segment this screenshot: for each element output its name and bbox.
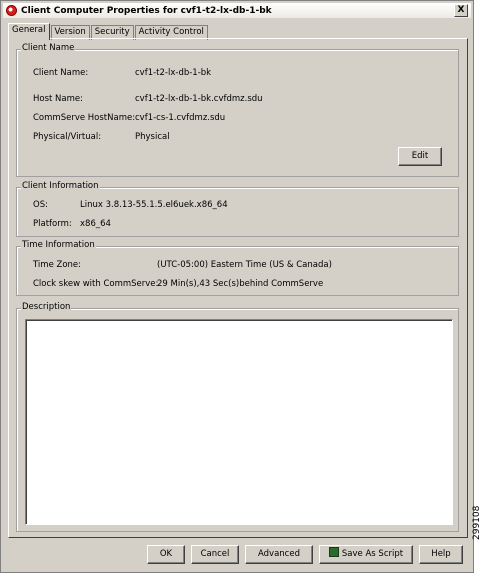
os-value: Linux 3.8.13-55.1.5.el6uek.x86_64	[80, 200, 228, 210]
time-zone-value: (UTC-05:00) Eastern Time (US & Canada)	[157, 260, 332, 270]
figure-number: 299108	[472, 505, 482, 540]
tab-general[interactable]: General	[8, 23, 50, 40]
save-as-script-label: Save As Script	[341, 549, 404, 559]
client-information-group: Client Information	[16, 181, 459, 237]
commserve-hostname-value: cvf1-cs-1.cvfdmz.sdu	[135, 113, 226, 123]
platform-label: Platform:	[33, 219, 72, 229]
host-name-label: Host Name:	[33, 94, 83, 104]
clock-skew-label: Clock skew with CommServe:	[33, 279, 159, 289]
tab-strip: General Version Security Activity Contro…	[8, 23, 209, 40]
ok-button[interactable]: OK	[147, 545, 185, 564]
advanced-button[interactable]: Advanced	[245, 545, 313, 564]
cancel-button[interactable]: Cancel	[191, 545, 239, 564]
title-bar[interactable]: Client Computer Properties for cvf1-t2-l…	[3, 3, 471, 18]
client-name-legend: Client Name	[21, 43, 76, 53]
physical-virtual-label: Physical/Virtual:	[33, 132, 102, 142]
time-information-legend: Time Information	[21, 240, 96, 250]
physical-virtual-value: Physical	[135, 132, 170, 142]
client-information-legend: Client Information	[21, 181, 100, 191]
window-title: Client Computer Properties for cvf1-t2-l…	[21, 5, 272, 16]
close-button[interactable]: X	[454, 4, 468, 17]
app-logo-icon	[6, 5, 17, 16]
script-icon	[328, 547, 339, 557]
properties-dialog: Client Computer Properties for cvf1-t2-l…	[0, 0, 474, 573]
edit-button[interactable]: Edit	[398, 147, 442, 166]
description-legend: Description	[21, 302, 72, 312]
clock-skew-value: 29 Min(s),43 Sec(s)behind CommServe	[157, 279, 324, 289]
save-as-script-button[interactable]: Save As Script	[319, 545, 413, 564]
help-button[interactable]: Help	[419, 545, 463, 564]
client-name-value: cvf1-t2-lx-db-1-bk	[135, 68, 212, 78]
description-textarea[interactable]	[25, 319, 453, 525]
client-name-label: Client Name:	[33, 68, 89, 78]
commserve-hostname-label: CommServe HostName:	[33, 113, 136, 123]
platform-value: x86_64	[80, 219, 111, 229]
os-label: OS:	[33, 200, 48, 210]
time-zone-label: Time Zone:	[33, 260, 82, 270]
host-name-value: cvf1-t2-lx-db-1-bk.cvfdmz.sdu	[135, 94, 263, 104]
